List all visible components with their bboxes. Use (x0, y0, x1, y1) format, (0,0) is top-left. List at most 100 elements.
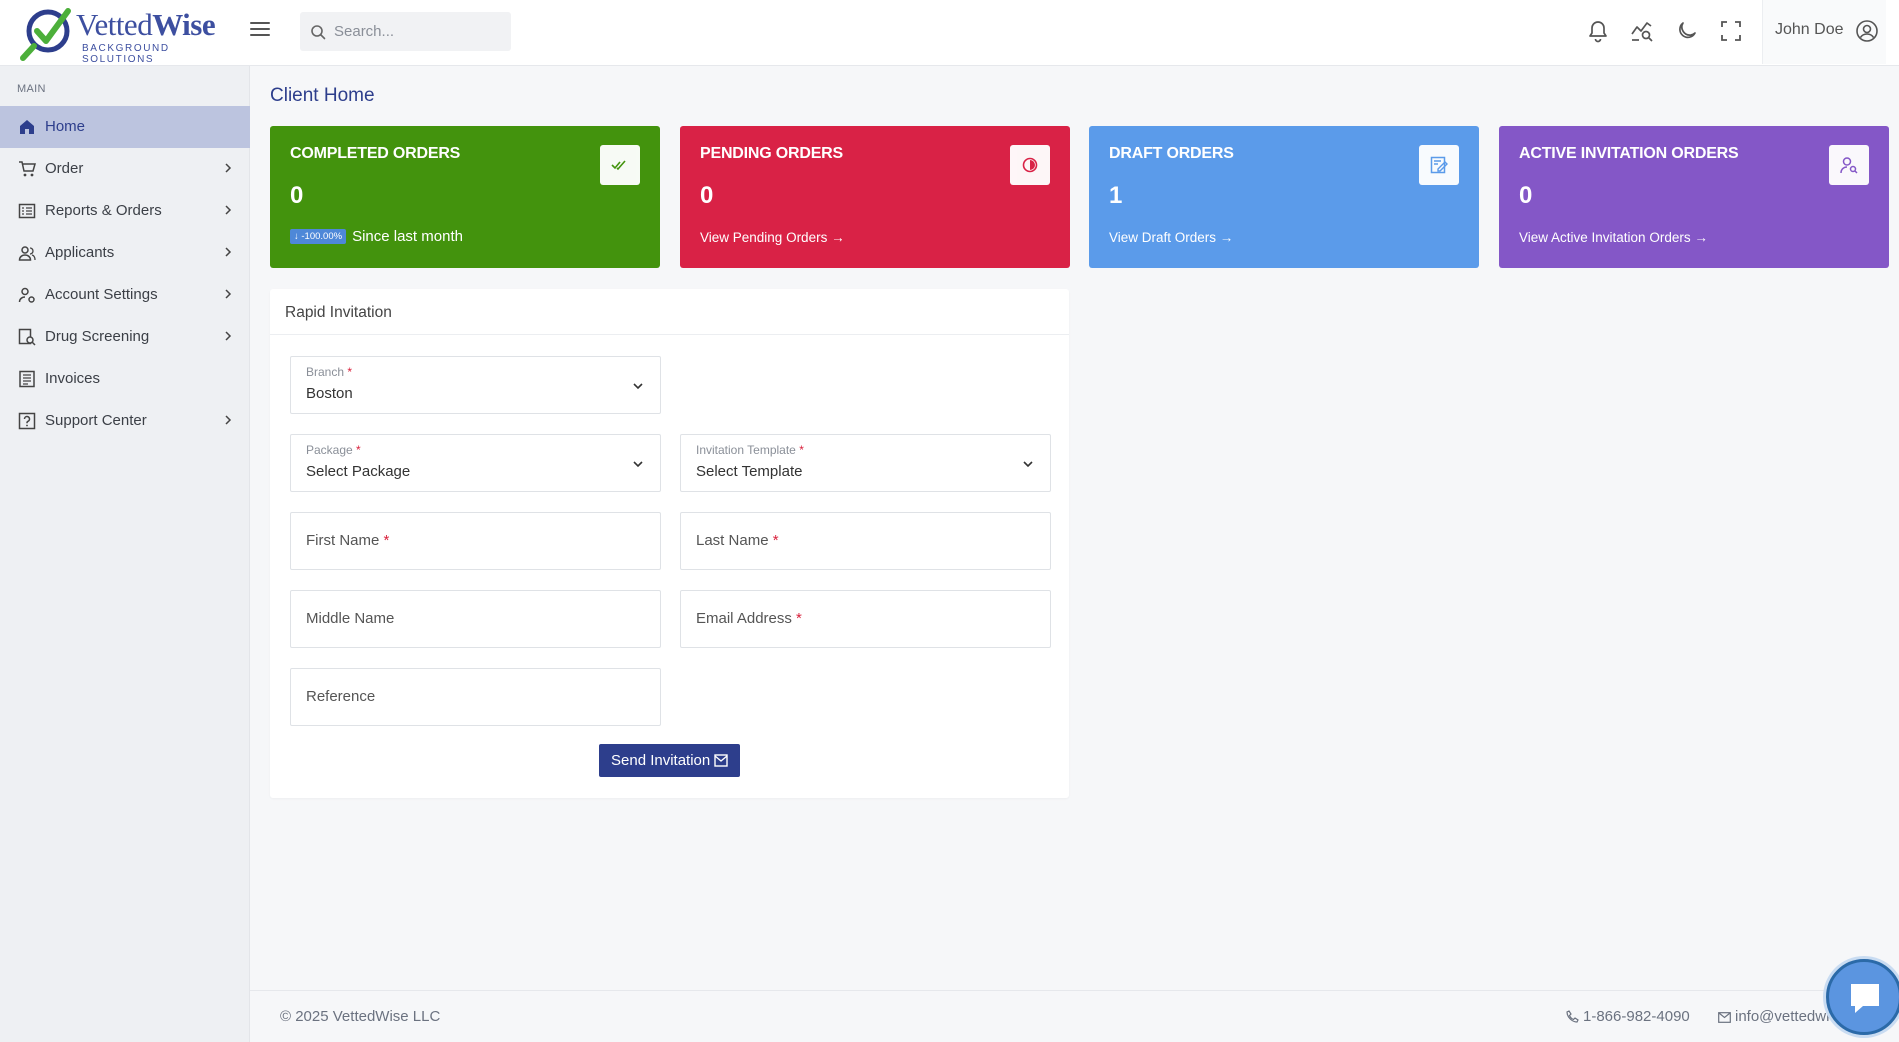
chevron-right-icon (225, 163, 232, 173)
view-pending-orders-link[interactable]: View Pending Orders → (700, 230, 845, 245)
view-active-invitation-orders-link[interactable]: View Active Invitation Orders → (1519, 230, 1708, 245)
chevron-right-icon (225, 415, 232, 425)
card-title: ACTIVE INVITATION ORDERS (1519, 145, 1739, 162)
sidebar-item-label: Applicants (45, 244, 115, 261)
card-trend: ↓ -100.00% Since last month (290, 228, 463, 245)
rapid-invitation-panel: Rapid Invitation Branch * Boston Package… (270, 289, 1069, 798)
card-draft-orders: DRAFT ORDERS 1 View Draft Orders → (1089, 126, 1479, 268)
footer-copyright: © 2025 VettedWise LLC (280, 1008, 441, 1025)
logo-wordmark: VettedWise (76, 7, 216, 42)
top-header: VettedWise BACKGROUND SOLUTIONS John Doe (0, 0, 1899, 66)
menu-toggle-icon[interactable] (248, 17, 272, 41)
page-title: Client Home (270, 85, 375, 106)
chevron-right-icon (225, 247, 232, 257)
sidebar-item-label: Reports & Orders (45, 202, 162, 219)
phone-icon (1566, 1010, 1579, 1023)
field-label: Email Address * (696, 610, 802, 627)
card-active-invitation-orders: ACTIVE INVITATION ORDERS 0 View Active I… (1499, 126, 1889, 268)
first-name-field[interactable]: First Name * (290, 512, 661, 570)
mail-send-icon (714, 754, 728, 767)
search-input[interactable] (334, 12, 504, 51)
sidebar-item-support-center[interactable]: Support Center (0, 400, 250, 442)
invitation-template-select[interactable]: Invitation Template * Select Template (680, 434, 1051, 492)
search-icon (311, 25, 326, 40)
sidebar-item-home[interactable]: Home (0, 106, 250, 148)
chevron-down-icon (1023, 461, 1033, 468)
trend-label: Since last month (352, 228, 463, 245)
footer: © 2025 VettedWise LLC 1-866-982-4090 inf… (250, 990, 1899, 1042)
moon-icon[interactable] (1673, 18, 1699, 44)
card-completed-orders: COMPLETED ORDERS 0 ↓ -100.00% Since last … (270, 126, 660, 268)
timer-icon (1010, 145, 1050, 185)
chevron-down-icon (633, 383, 643, 390)
panel-title: Rapid Invitation (285, 304, 392, 321)
button-label: Send Invitation (611, 752, 711, 769)
sidebar-item-account-settings[interactable]: Account Settings (0, 274, 250, 316)
template-value: Select Template (696, 463, 803, 480)
fullscreen-icon[interactable] (1718, 18, 1744, 44)
email-field[interactable]: Email Address * (680, 590, 1051, 648)
sidebar-item-invoices[interactable]: Invoices (0, 358, 250, 400)
view-draft-orders-link[interactable]: View Draft Orders → (1109, 230, 1233, 245)
chevron-right-icon (225, 289, 232, 299)
card-title: COMPLETED ORDERS (290, 145, 461, 162)
field-label: Middle Name (306, 610, 395, 627)
sidebar-item-label: Drug Screening (45, 328, 150, 345)
mail-icon (1718, 1012, 1731, 1023)
sidebar-item-label: Support Center (45, 412, 147, 429)
user-search-icon (1829, 145, 1869, 185)
middle-name-field[interactable]: Middle Name (290, 590, 661, 648)
footer-phone[interactable]: 1-866-982-4090 (1566, 1008, 1690, 1025)
sidebar-item-label: Order (45, 160, 84, 177)
chevron-right-icon (225, 205, 232, 215)
send-invitation-button[interactable]: Send Invitation (599, 744, 740, 777)
sidebar-item-label: Account Settings (45, 286, 158, 303)
sidebar-item-label: Home (45, 118, 86, 135)
sidebar-item-drug-screening[interactable]: Drug Screening (0, 316, 250, 358)
report-icon (18, 203, 36, 219)
home-icon (20, 120, 34, 134)
branch-select[interactable]: Branch * Boston (290, 356, 661, 414)
package-select[interactable]: Package * Select Package (290, 434, 661, 492)
user-settings-icon (18, 287, 35, 303)
last-name-field[interactable]: Last Name * (680, 512, 1051, 570)
sidebar-section-label: MAIN (17, 83, 46, 95)
card-title: DRAFT ORDERS (1109, 145, 1234, 162)
analytics-search-icon[interactable] (1629, 18, 1655, 44)
logo-magnifier-check-icon (20, 8, 71, 61)
reference-field[interactable]: Reference (290, 668, 661, 726)
branch-value: Boston (306, 385, 353, 402)
card-pending-orders: PENDING ORDERS 0 View Pending Orders → (680, 126, 1070, 268)
card-value: 0 (1519, 182, 1533, 209)
user-name: John Doe (1775, 21, 1844, 38)
double-check-icon (600, 145, 640, 185)
chat-widget-button[interactable] (1826, 959, 1899, 1035)
sidebar-item-order[interactable]: Order (0, 148, 250, 190)
chevron-right-icon (225, 331, 232, 341)
sidebar-item-reports-orders[interactable]: Reports & Orders (0, 190, 250, 232)
card-value: 0 (700, 182, 714, 209)
sidebar-item-applicants[interactable]: Applicants (0, 232, 250, 274)
user-menu[interactable]: John Doe (1762, 0, 1886, 64)
card-value: 1 (1109, 182, 1123, 209)
cart-icon (19, 161, 36, 177)
footer-email[interactable]: info@vettedwi (1718, 1008, 1829, 1025)
global-search (300, 12, 511, 51)
panel-header: Rapid Invitation (270, 289, 1069, 335)
vettedwise-logo[interactable]: VettedWise BACKGROUND SOLUTIONS (18, 5, 223, 65)
bell-icon[interactable] (1585, 18, 1611, 44)
help-icon (18, 412, 36, 430)
logo-tagline: BACKGROUND SOLUTIONS (82, 43, 170, 65)
sidebar-item-label: Invoices (45, 370, 101, 387)
sidebar: MAIN Home Order Reports & Orders Applica… (0, 66, 250, 1042)
field-label: Branch * (306, 365, 353, 379)
drug-search-icon (18, 328, 36, 346)
invoice-icon (19, 370, 35, 388)
user-circle-icon (1856, 20, 1878, 42)
chevron-down-icon (633, 461, 643, 468)
card-title: PENDING ORDERS (700, 145, 843, 162)
field-label: Last Name * (696, 532, 779, 549)
card-value: 0 (290, 182, 304, 209)
users-icon (18, 246, 36, 261)
trend-badge: ↓ -100.00% (290, 229, 347, 244)
